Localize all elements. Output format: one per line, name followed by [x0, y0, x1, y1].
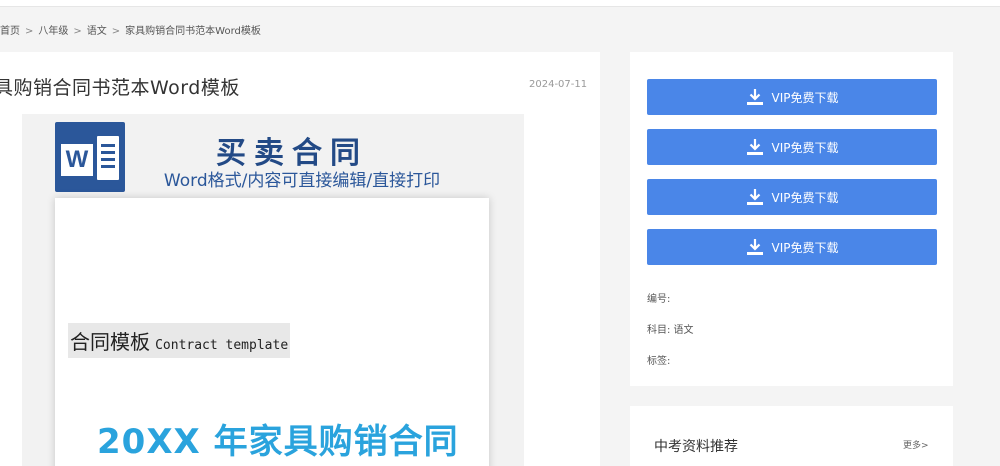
top-bar: [0, 0, 1000, 7]
contract-big-title: 20XX 年家具购销合同: [97, 422, 459, 462]
article-card: 具购销合同书范本Word模板 2024-07-11 W 买卖合同 Word格式/…: [0, 52, 600, 466]
download-icon: [746, 239, 763, 255]
download-icon: [746, 189, 763, 205]
vip-download-label: VIP免费下载: [771, 190, 839, 205]
breadcrumb-separator: >: [73, 26, 82, 37]
vip-download-button[interactable]: VIP免费下载: [647, 179, 937, 215]
contract-subheading: Word格式/内容可直接编辑/直接打印: [163, 171, 441, 191]
meta-subject: 科目: 语文: [647, 325, 694, 336]
meta-tags: 标签:: [647, 356, 671, 367]
more-link[interactable]: 更多>: [903, 438, 929, 451]
word-logo-letter: W: [61, 144, 93, 176]
template-tag: 合同模板 Contract template: [68, 323, 291, 358]
download-icon: [746, 89, 763, 105]
vip-download-button[interactable]: VIP免费下载: [647, 129, 937, 165]
template-tag-en: Contract template: [155, 338, 289, 353]
vip-download-button[interactable]: VIP免费下载: [647, 229, 937, 265]
page-title: 具购销合同书范本Word模板: [0, 77, 240, 99]
breadcrumb-current[interactable]: 家具购销合同书范本Word模板: [125, 26, 261, 37]
document-preview-image: W 买卖合同 Word格式/内容可直接编辑/直接打印 合同模板 Contract…: [22, 114, 524, 466]
vip-download-label: VIP免费下载: [771, 240, 839, 255]
breadcrumb-grade[interactable]: 八年级: [38, 26, 68, 37]
breadcrumb-separator: >: [25, 26, 34, 37]
template-tag-zh: 合同模板: [70, 330, 150, 354]
vip-download-label: VIP免费下载: [771, 90, 839, 105]
vip-download-label: VIP免费下载: [771, 140, 839, 155]
word-icon: W: [55, 122, 125, 192]
breadcrumb: 首页 > 八年级 > 语文 > 家具购销合同书范本Word模板: [0, 22, 261, 37]
paper-sheet: 合同模板 Contract template 20XX 年家具购销合同: [55, 198, 489, 466]
recommend-title: 中考资料推荐: [654, 439, 738, 455]
breadcrumb-home[interactable]: 首页: [0, 26, 20, 37]
download-panel: VIP免费下载 VIP免费下载 VIP免费下载 VIP免费下载 编号: 科目: …: [630, 52, 953, 386]
meta-number: 编号:: [647, 294, 671, 305]
publish-date: 2024-07-11: [529, 79, 588, 90]
download-icon: [746, 139, 763, 155]
breadcrumb-separator: >: [111, 26, 121, 37]
vip-download-button[interactable]: VIP免费下载: [647, 79, 937, 115]
recommend-panel: 中考资料推荐 更多>: [630, 406, 953, 466]
breadcrumb-subject[interactable]: 语文: [87, 26, 107, 37]
